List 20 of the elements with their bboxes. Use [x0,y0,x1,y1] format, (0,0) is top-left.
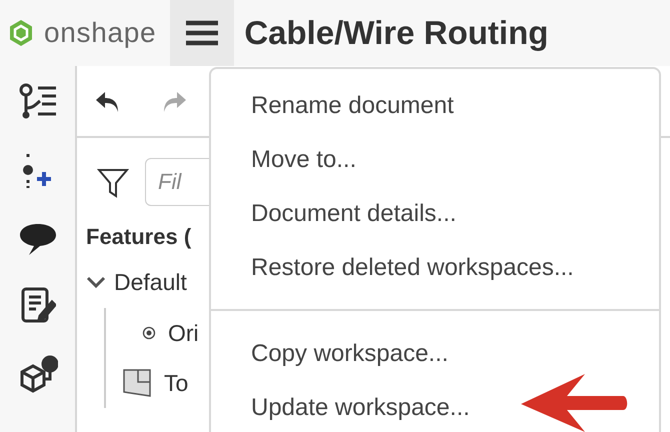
features-heading: Features ( [86,223,192,251]
chevron-icon[interactable] [86,275,106,289]
edit-notes-icon[interactable] [20,286,56,324]
menu-item[interactable]: Update workspace... [211,381,659,432]
hexagon-logo-icon [8,19,34,47]
plane-icon [122,368,152,398]
menu-button[interactable] [170,0,234,66]
logo-wordmark: onshape [44,16,156,50]
filter-icon[interactable] [97,166,129,198]
menu-icon [185,20,220,46]
menu-item[interactable]: Copy workspace... [211,327,659,381]
tree-item-label[interactable]: To [164,366,188,400]
menu-item[interactable]: Rename document [211,79,659,133]
tree-item-label[interactable]: Default [114,264,187,300]
origin-icon [142,326,156,340]
tree-item-label[interactable]: Ori [168,316,199,350]
cube-help-icon[interactable] [18,354,58,394]
menu-item[interactable]: Restore deleted workspaces... [211,241,659,295]
document-title: Cable/Wire Routing [244,13,548,54]
comment-icon[interactable] [18,222,58,256]
